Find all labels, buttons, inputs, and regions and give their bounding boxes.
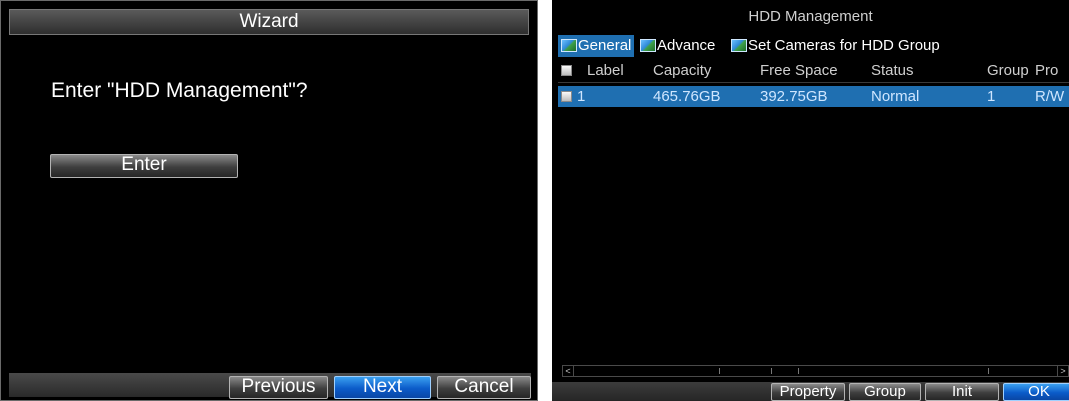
col-header-free-space: Free Space (760, 62, 838, 79)
hdd-tab-icon (561, 39, 577, 52)
col-header-group: Group (987, 62, 1029, 79)
scroll-left-icon[interactable]: < (563, 366, 574, 376)
wizard-question: Enter "HDD Management"? (51, 79, 308, 102)
tab-general[interactable]: General (558, 35, 635, 57)
previous-button[interactable]: Previous (229, 376, 328, 399)
hdd-tab-icon (640, 39, 656, 52)
wizard-title: Wizard (9, 9, 529, 35)
select-all-checkbox[interactable] (561, 65, 572, 76)
table-row[interactable]: 1 465.76GB 392.75GB Normal 1 R/W (558, 86, 1069, 107)
ok-button[interactable]: OK (1003, 383, 1069, 401)
hdd-management-window: HDD Management General Advance Set Camer… (552, 0, 1069, 401)
enter-button[interactable]: Enter (50, 154, 238, 178)
horizontal-scrollbar[interactable]: < > (562, 365, 1069, 377)
cell-status: Normal (871, 88, 920, 105)
col-header-capacity: Capacity (653, 62, 712, 79)
tab-label: Set Cameras for HDD Group (748, 37, 940, 54)
scroll-tick (988, 368, 989, 374)
next-button[interactable]: Next (334, 376, 431, 399)
cancel-button[interactable]: Cancel (437, 376, 531, 399)
scroll-tick (771, 368, 772, 374)
row-checkbox[interactable] (561, 91, 572, 102)
scroll-right-icon[interactable]: > (1057, 366, 1068, 376)
cell-property: R/W (1035, 88, 1065, 105)
tab-label: General (578, 37, 632, 54)
property-button[interactable]: Property (771, 383, 845, 401)
tab-set-cameras[interactable]: Set Cameras for HDD Group (728, 35, 940, 57)
scroll-tick (719, 368, 720, 374)
col-header-label: Label (587, 62, 624, 79)
wizard-window: Wizard Enter "HDD Management"? Enter Pre… (0, 0, 538, 401)
scroll-tick (798, 368, 799, 374)
cell-label: 1 (577, 88, 586, 105)
tab-advance[interactable]: Advance (637, 35, 715, 57)
cell-free-space: 392.75GB (760, 88, 828, 105)
cell-group: 1 (987, 88, 996, 105)
init-button[interactable]: Init (925, 383, 999, 401)
hdd-title: HDD Management (748, 8, 873, 25)
col-header-status: Status (871, 62, 914, 79)
hdd-tab-icon (731, 39, 747, 52)
group-button[interactable]: Group (849, 383, 921, 401)
tab-label: Advance (657, 37, 716, 54)
table-header: Label Capacity Free Space Status Group P… (558, 60, 1069, 83)
col-header-property: Pro (1035, 62, 1059, 79)
cell-capacity: 465.76GB (653, 88, 721, 105)
